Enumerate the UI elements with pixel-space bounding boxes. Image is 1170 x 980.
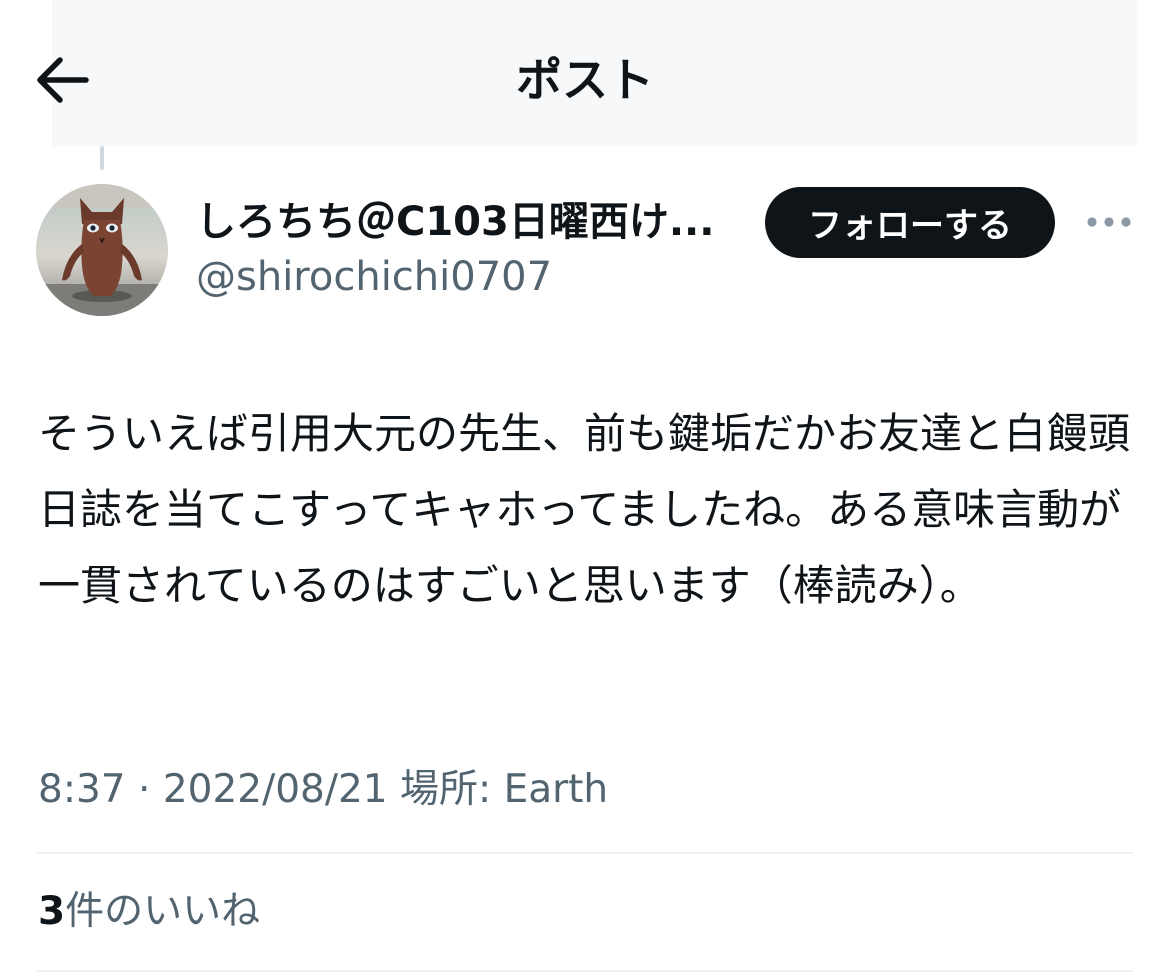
avatar[interactable] xyxy=(36,184,168,316)
post-location: Earth xyxy=(503,767,609,812)
divider xyxy=(37,970,1134,972)
likes-count: 3 xyxy=(38,889,66,934)
author-display-name[interactable]: しろちち＠C103日曜西け... xyxy=(196,195,741,249)
page-title: ポスト xyxy=(516,53,654,107)
location-label: 場所: xyxy=(400,767,492,812)
author-username[interactable]: @shirochichi0707 xyxy=(196,252,552,302)
post-metadata: 8:37 · 2022/08/21 場所: Earth xyxy=(38,762,608,818)
post-time[interactable]: 8:37 xyxy=(38,767,126,812)
thread-connector-line xyxy=(100,146,104,170)
post-text: そういえば引用大元の先生、前も鍵垢だかお友達と白饅頭日誌を当てこすってキャホって… xyxy=(38,409,1131,610)
more-options-button[interactable] xyxy=(1080,200,1138,244)
likes-label: 件のいいね xyxy=(65,889,261,934)
divider xyxy=(37,852,1134,854)
cat-figure-avatar xyxy=(36,184,168,316)
meta-separator: · xyxy=(138,767,151,812)
more-horizontal-icon xyxy=(1087,217,1131,227)
likes-link[interactable]: 3件のいいね xyxy=(38,884,260,940)
follow-button[interactable]: フォローする xyxy=(765,187,1055,258)
post-date[interactable]: 2022/08/21 xyxy=(163,767,388,812)
